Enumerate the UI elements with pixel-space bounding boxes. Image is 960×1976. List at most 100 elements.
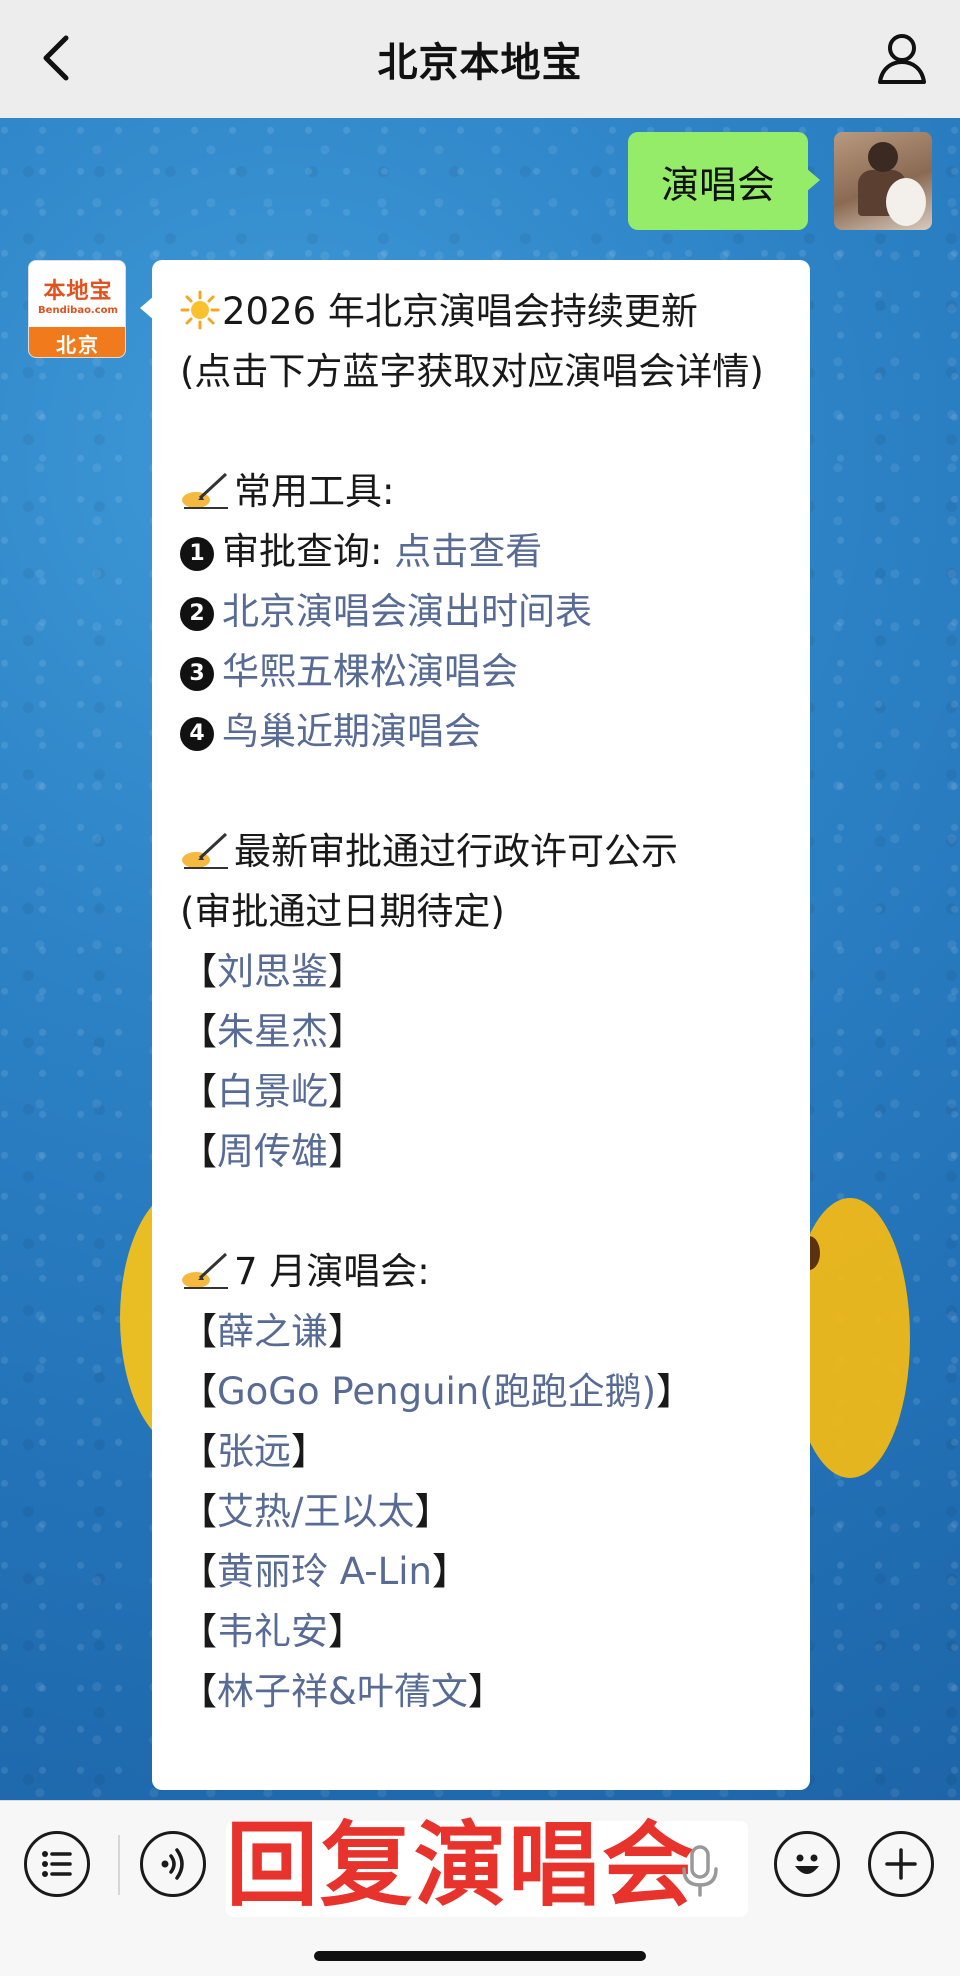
bracket: 】 [328,1310,365,1353]
back-arrow-icon[interactable] [28,26,92,90]
tool-item: 4 鸟巢近期演唱会 [180,702,786,762]
july-item: 【薛之谦】 [180,1302,786,1362]
intro-subtext: (点击下方蓝字获取对应演唱会详情) [180,350,764,393]
bracket: 【 [180,1430,217,1473]
bot-message-bubble[interactable]: 2026 年北京演唱会持续更新 (点击下方蓝字获取对应演唱会详情) 常用工具: … [140,260,810,1790]
july-heading: 7 月演唱会: [180,1242,786,1302]
bracket: 】 [328,1130,365,1173]
header-bar: 北京本地宝 [0,0,960,118]
tool-item: 1 审批查询: 点击查看 [180,522,786,582]
tools-heading-text: 常用工具: [234,470,395,513]
writing-hand-icon [182,472,228,509]
microphone-icon[interactable] [680,1845,720,1897]
bracket: 【 [180,1610,217,1653]
logo-brand-text: 本地宝 [43,278,113,304]
emoji-button[interactable] [774,1831,840,1897]
approval-query-link[interactable]: 点击查看 [394,530,542,573]
approved-name-link[interactable]: 朱星杰 [217,1010,328,1053]
toolbar-divider [118,1835,120,1895]
menu-list-icon [42,1851,72,1877]
july-item: 【林子祥&叶蒨文】 [180,1662,786,1722]
bracket: 【 [180,1010,217,1053]
tool-item: 3 华熙五棵松演唱会 [180,642,786,702]
approved-item: 【周传雄】 [180,1122,786,1182]
concert-name-link[interactable]: 韦礼安 [217,1610,328,1653]
bracket: 】 [467,1670,505,1713]
page-title: 北京本地宝 [377,40,583,86]
bracket: 【 [180,1130,217,1173]
logo-site-text: Bendibao.com [38,304,118,316]
sun-icon [180,290,220,330]
menu-button[interactable] [24,1831,90,1897]
bracket: 】 [291,1430,328,1473]
tool-label: 审批查询: [222,530,383,573]
approved-item: 【朱星杰】 [180,1002,786,1062]
user-avatar[interactable] [834,132,932,230]
bracket: 】 [328,1070,365,1113]
approval-note: (审批通过日期待定) [180,890,505,933]
app: 北京本地宝 演唱会 本地宝 Bendibao.com 北京 2026 年北京演唱… [0,0,960,1976]
bracket: 【 [180,950,217,993]
avatar-figure [868,142,898,172]
home-indicator[interactable] [314,1951,646,1961]
concert-name-link[interactable]: GoGo Penguin(跑跑企鹅) [217,1370,656,1413]
july-item: 【GoGo Penguin(跑跑企鹅)】 [180,1362,786,1422]
approval-heading: 最新审批通过行政许可公示 [180,822,786,882]
bracket: 【 [180,1310,217,1353]
approved-name-link[interactable]: 刘思鉴 [217,950,328,993]
concert-name-link[interactable]: 林子祥&叶蒨文 [217,1670,468,1713]
july-item: 【张远】 [180,1422,786,1482]
bracket: 【 [180,1550,217,1593]
birds-nest-link[interactable]: 鸟巢近期演唱会 [222,710,481,753]
avatar-figure [886,178,926,226]
concert-name-link[interactable]: 张远 [217,1430,291,1473]
bendibao-logo: 本地宝 Bendibao.com [29,261,125,327]
concert-schedule-link[interactable]: 北京演唱会演出时间表 [222,590,592,633]
writing-hand-icon [182,832,228,869]
approved-item: 【白景屹】 [180,1062,786,1122]
approved-item: 【刘思鉴】 [180,942,786,1002]
user-message-bubble[interactable]: 演唱会 [628,132,820,230]
voice-button[interactable] [140,1831,206,1897]
approval-heading-text: 最新审批通过行政许可公示 [234,830,678,873]
number-1-icon: 1 [180,537,214,571]
approved-name-link[interactable]: 周传雄 [217,1130,328,1173]
writing-hand-icon [182,1252,228,1289]
bracket: 【 [180,1490,217,1533]
tools-heading: 常用工具: [180,462,786,522]
wukesong-link[interactable]: 华熙五棵松演唱会 [222,650,518,693]
july-item: 【艾热/王以太】 [180,1482,786,1542]
concert-name-link[interactable]: 薛之谦 [217,1310,328,1353]
plus-button[interactable] [868,1831,934,1897]
bracket: 【 [180,1070,217,1113]
number-4-icon: 4 [180,717,214,751]
concert-name-link[interactable]: 艾热/王以太 [217,1490,414,1533]
emoji-icon [795,1854,819,1874]
bracket: 【 [180,1670,217,1713]
concert-name-link[interactable]: 黄丽玲 A-Lin [217,1550,432,1593]
voice-icon [161,1848,184,1880]
logo-city-text: 北京 [29,327,125,357]
bracket: 】 [328,950,365,993]
july-heading-text: 7 月演唱会: [234,1250,430,1293]
bracket: 】 [414,1490,452,1533]
july-item: 【黄丽玲 A-Lin】 [180,1542,786,1602]
chat-area[interactable]: 演唱会 本地宝 Bendibao.com 北京 2026 年北京演唱会持续更新 … [0,118,960,1800]
tool-item: 2 北京演唱会演出时间表 [180,582,786,642]
plus-icon [885,1848,917,1880]
july-item: 【韦礼安】 [180,1602,786,1662]
message-input[interactable] [226,1821,748,1917]
bracket: 】 [656,1370,694,1413]
profile-icon[interactable] [870,26,934,90]
number-3-icon: 3 [180,657,214,691]
bracket: 】 [431,1550,469,1593]
intro-line: 2026 年北京演唱会持续更新 [180,282,786,342]
approved-name-link[interactable]: 白景屹 [217,1070,328,1113]
intro-text: 2026 年北京演唱会持续更新 [222,290,698,333]
bot-avatar[interactable]: 本地宝 Bendibao.com 北京 [28,260,126,358]
bracket: 】 [328,1010,365,1053]
bracket: 】 [328,1610,365,1653]
